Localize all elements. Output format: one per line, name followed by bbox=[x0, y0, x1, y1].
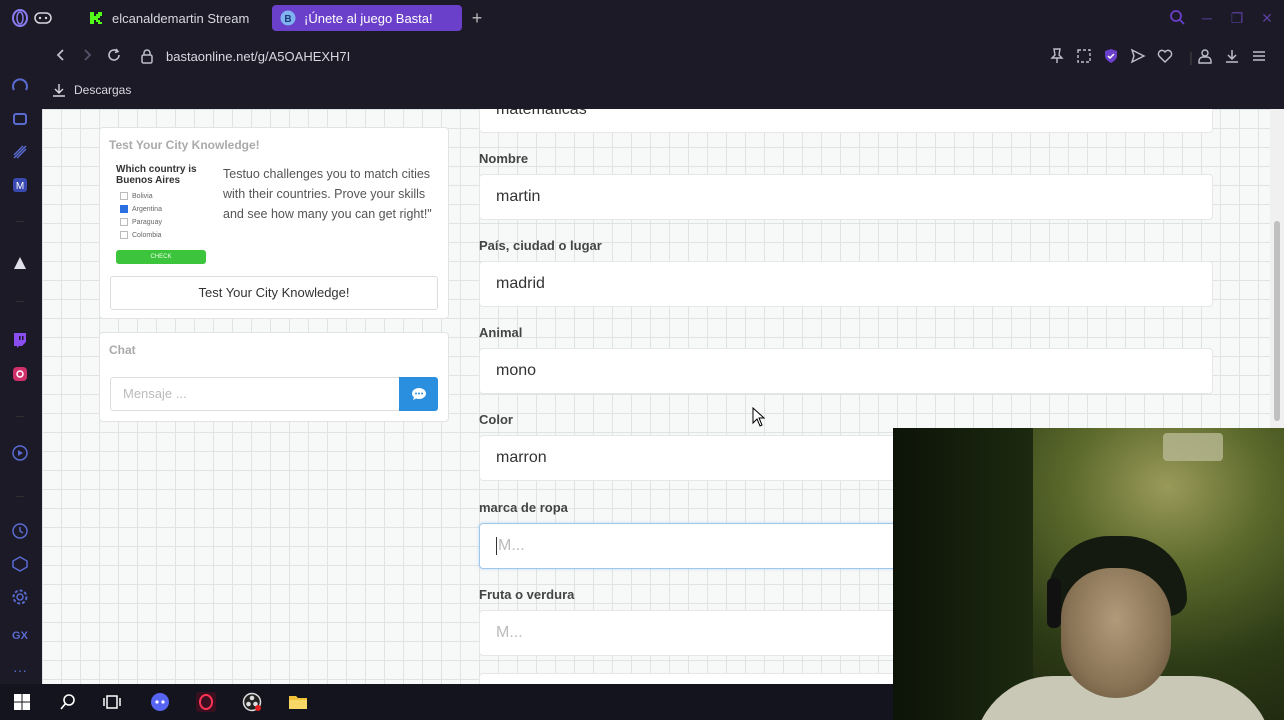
history-clock-icon[interactable] bbox=[10, 521, 30, 541]
quiz-option: Argentina bbox=[120, 205, 162, 213]
tab-bar: elcanaldemartin Stream B ¡Únete al juego… bbox=[34, 0, 1284, 36]
address-bar: bastaonline.net/g/A5OAHEXH7I | bbox=[40, 36, 1284, 78]
ai-tools-icon[interactable] bbox=[10, 109, 30, 129]
bookmark-downloads[interactable]: Descargas bbox=[52, 83, 131, 97]
promo-button[interactable]: Test Your City Knowledge! bbox=[110, 276, 438, 310]
snapshot-icon[interactable] bbox=[1075, 48, 1093, 66]
extensions-cube-icon[interactable] bbox=[10, 554, 30, 574]
promo-quiz-image[interactable]: Which country is Buenos Aires Bolivia Ar… bbox=[112, 160, 212, 264]
obs-icon[interactable] bbox=[242, 692, 262, 712]
new-tab-button[interactable]: + bbox=[467, 8, 487, 28]
reload-button[interactable] bbox=[105, 48, 123, 66]
quiz-option: Paraguay bbox=[120, 218, 162, 226]
separator-dash-icon: – bbox=[16, 292, 24, 308]
download-icon bbox=[53, 84, 65, 97]
more-dots-icon[interactable]: ··· bbox=[10, 660, 30, 680]
separator-dash-icon: – bbox=[16, 407, 24, 423]
gx-icon[interactable]: GX bbox=[10, 626, 30, 646]
mouse-cursor-icon bbox=[752, 407, 766, 427]
bookmarks-bar: Descargas bbox=[40, 78, 1284, 108]
headset-icon bbox=[1047, 578, 1061, 628]
field-placeholder: M... bbox=[498, 537, 525, 554]
forward-button[interactable] bbox=[78, 48, 96, 66]
promo-description: Testuo challenges you to match cities wi… bbox=[223, 167, 432, 221]
svg-text:M: M bbox=[16, 181, 24, 192]
text-caret bbox=[496, 536, 497, 555]
minimize-icon[interactable]: ─ bbox=[1198, 9, 1216, 27]
promo-card: Test Your City Knowledge! Which country … bbox=[99, 127, 449, 319]
settings-gear-icon[interactable] bbox=[10, 587, 30, 607]
field-input-top-partial[interactable]: matematicas bbox=[479, 109, 1213, 133]
webcam-overlay bbox=[893, 428, 1284, 720]
field-label: Nombre bbox=[479, 151, 529, 166]
promo-quiz-question: Which country is Buenos Aires bbox=[116, 164, 197, 186]
tab-label: elcanaldemartin Stream bbox=[112, 10, 250, 26]
lock-icon[interactable] bbox=[140, 48, 154, 66]
twitch-icon[interactable] bbox=[10, 330, 30, 350]
windows-taskbar bbox=[0, 684, 893, 720]
windows-start-icon[interactable] bbox=[12, 692, 32, 712]
menu-icon[interactable] bbox=[1250, 48, 1268, 66]
ai-sidebar-icon[interactable] bbox=[10, 253, 30, 273]
browser-sidebar: M – – – – GX ··· bbox=[0, 0, 40, 684]
field-label: Fruta o verdura bbox=[479, 587, 575, 602]
search-icon[interactable] bbox=[1168, 9, 1186, 27]
send-arrow-icon[interactable] bbox=[1129, 48, 1147, 66]
vpn-shield-icon[interactable] bbox=[1102, 48, 1120, 66]
close-icon[interactable]: ✕ bbox=[1258, 9, 1276, 27]
opera-logo-icon[interactable] bbox=[10, 8, 30, 28]
pin-icon[interactable] bbox=[1048, 48, 1066, 66]
back-button[interactable] bbox=[52, 48, 70, 66]
field-input-nombre[interactable]: martin bbox=[479, 174, 1213, 220]
field-label: Color bbox=[479, 412, 513, 427]
chat-bubble-icon bbox=[411, 388, 426, 400]
chat-card: Chat Mensaje ... bbox=[99, 332, 449, 422]
gaming-controller-icon[interactable] bbox=[34, 5, 64, 31]
quiz-option: Bolivia bbox=[120, 192, 153, 200]
quiz-check-button: CHECK bbox=[116, 250, 206, 264]
discord-icon[interactable] bbox=[150, 692, 170, 712]
field-label: Animal bbox=[479, 325, 523, 340]
account-icon[interactable] bbox=[1196, 48, 1214, 66]
field-input-pais[interactable]: madrid bbox=[479, 261, 1213, 307]
field-label: País, ciudad o lugar bbox=[479, 238, 602, 253]
aria-icon[interactable] bbox=[10, 76, 30, 96]
field-input-animal[interactable]: mono bbox=[479, 348, 1213, 394]
promo-title: Test Your City Knowledge! bbox=[109, 138, 260, 152]
tab-kick-stream[interactable]: elcanaldemartin Stream bbox=[80, 5, 260, 31]
file-explorer-icon[interactable] bbox=[288, 692, 308, 712]
crypto-wallet-icon[interactable] bbox=[10, 142, 30, 162]
bookmark-label: Descargas bbox=[74, 83, 132, 97]
messenger-m-icon[interactable]: M bbox=[10, 175, 30, 195]
chat-message-input[interactable]: Mensaje ... bbox=[110, 377, 400, 411]
player-icon[interactable] bbox=[10, 443, 30, 463]
task-view-icon[interactable] bbox=[102, 692, 122, 712]
separator-dash-icon: – bbox=[16, 212, 24, 228]
instagram-icon[interactable] bbox=[10, 364, 30, 384]
separator-dash-icon: – bbox=[16, 487, 24, 503]
kick-icon bbox=[88, 10, 104, 26]
scrollbar-thumb[interactable] bbox=[1274, 221, 1280, 421]
tab-label: ¡Únete al juego Basta! bbox=[304, 10, 433, 26]
opera-gx-taskbar-icon[interactable] bbox=[196, 692, 216, 712]
url-field[interactable]: bastaonline.net/g/A5OAHEXH7I bbox=[166, 49, 350, 64]
chat-title: Chat bbox=[109, 343, 136, 357]
svg-text:B: B bbox=[284, 14, 291, 25]
checkbox-checked-icon bbox=[120, 205, 128, 213]
download-icon[interactable] bbox=[1223, 48, 1241, 66]
quiz-option: Colombia bbox=[120, 231, 162, 239]
heart-icon[interactable] bbox=[1156, 48, 1174, 66]
search-icon[interactable] bbox=[58, 692, 78, 712]
maximize-icon[interactable]: ❐ bbox=[1228, 9, 1246, 27]
chat-send-button[interactable] bbox=[399, 377, 438, 411]
basta-icon: B bbox=[280, 10, 296, 26]
field-label: marca de ropa bbox=[479, 500, 568, 515]
tab-basta-game[interactable]: B ¡Únete al juego Basta! bbox=[272, 5, 462, 31]
